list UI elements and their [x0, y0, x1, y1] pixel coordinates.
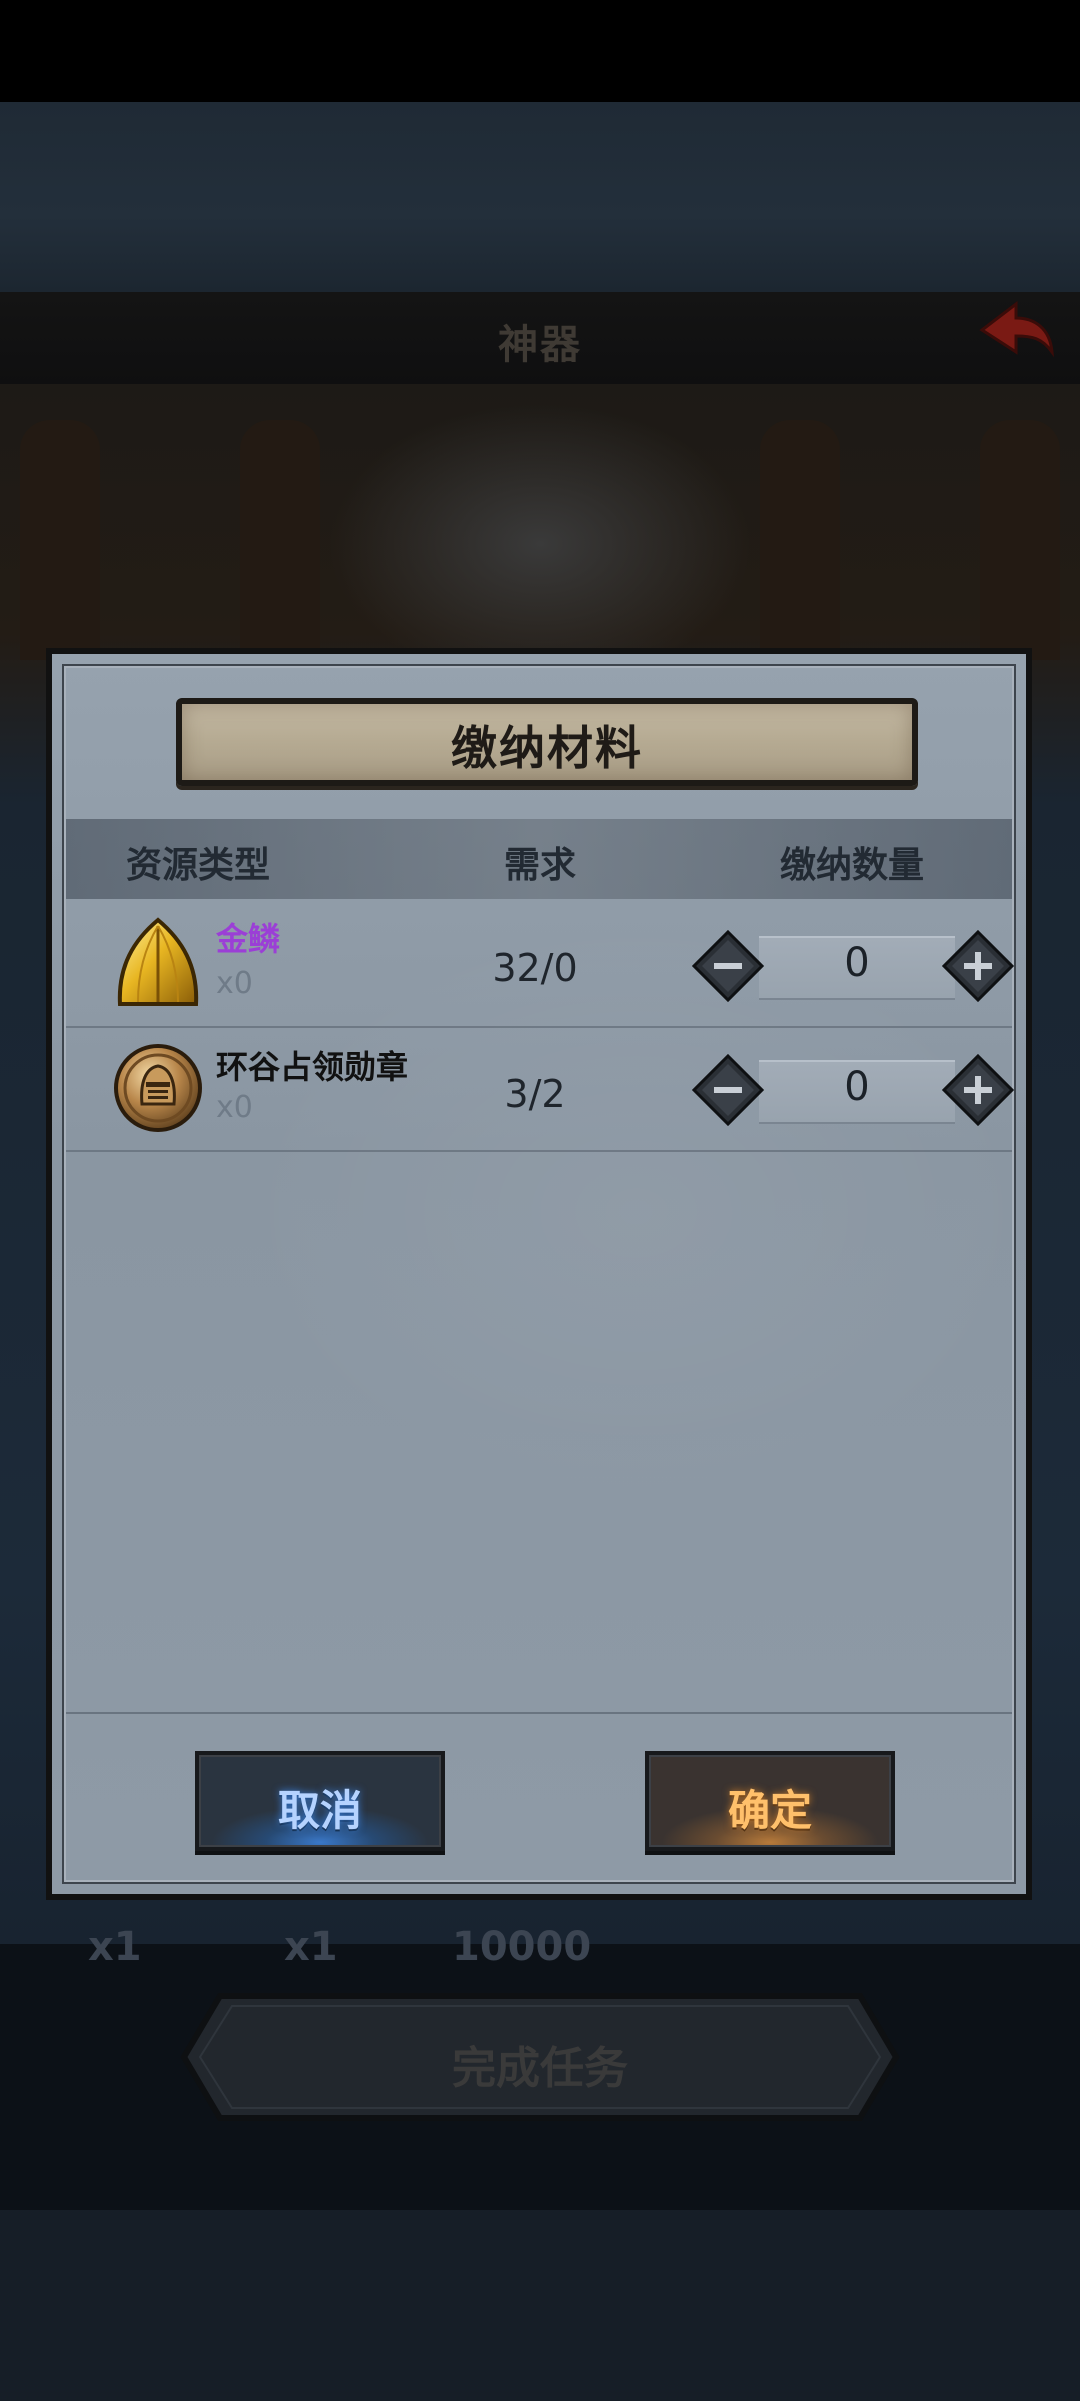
golden-scale-icon: [117, 917, 199, 1006]
plus-button[interactable]: [942, 1054, 1014, 1126]
column-header-submit-amount: 缴纳数量: [780, 845, 925, 886]
item-requirement: 32/0: [492, 946, 578, 990]
reward-count: 10000: [452, 1924, 592, 1970]
background-pillar: [20, 420, 100, 660]
minus-button[interactable]: [692, 1054, 764, 1126]
dialog-title: 缴纳材料: [451, 721, 643, 775]
cancel-label: 取消: [277, 1786, 362, 1835]
item-name: 金鳞: [216, 920, 281, 958]
complete-task-label: 完成任务: [452, 2043, 628, 2094]
reward-count: x1: [284, 1924, 338, 1970]
item-owned-count: x0: [216, 966, 253, 1001]
row-divider: [66, 1026, 1012, 1028]
confirm-button[interactable]: 确定: [645, 1751, 895, 1851]
footer-divider: [66, 1712, 1012, 1714]
back-arrow-icon[interactable]: [976, 296, 1056, 366]
quantity-value: 0: [844, 1064, 870, 1110]
background-pillar: [240, 420, 320, 660]
status-bar-area: [0, 0, 1080, 102]
confirm-label: 确定: [727, 1786, 812, 1835]
row-divider: [66, 1150, 1012, 1152]
minus-icon: [714, 963, 742, 969]
page-title: 神器: [498, 322, 582, 368]
minus-button[interactable]: [692, 930, 764, 1002]
plus-button[interactable]: [942, 930, 1014, 1002]
reward-count: x1: [88, 1924, 142, 1970]
knight-medal-icon: [114, 1044, 202, 1132]
column-header-requirement: 需求: [504, 845, 577, 886]
quantity-value: 0: [844, 940, 870, 986]
plus-icon: [975, 1076, 981, 1104]
item-requirement: 3/2: [504, 1072, 566, 1116]
item-name: 环谷占领勋章: [216, 1048, 409, 1086]
minus-icon: [714, 1087, 742, 1093]
cancel-button[interactable]: 取消: [195, 1751, 445, 1851]
bottom-area: [0, 2210, 1080, 2401]
background-pillar: [760, 420, 840, 660]
plus-icon: [975, 952, 981, 980]
background-band: [0, 102, 1080, 292]
item-owned-count: x0: [216, 1090, 253, 1125]
submit-materials-dialog: 缴纳材料 资源类型 需求 缴纳数量 金鳞 x0 32/0 0 环谷占领勋章 x0…: [46, 648, 1032, 1900]
column-header-resource-type: 资源类型: [126, 845, 271, 886]
background-pillar: [980, 420, 1060, 660]
